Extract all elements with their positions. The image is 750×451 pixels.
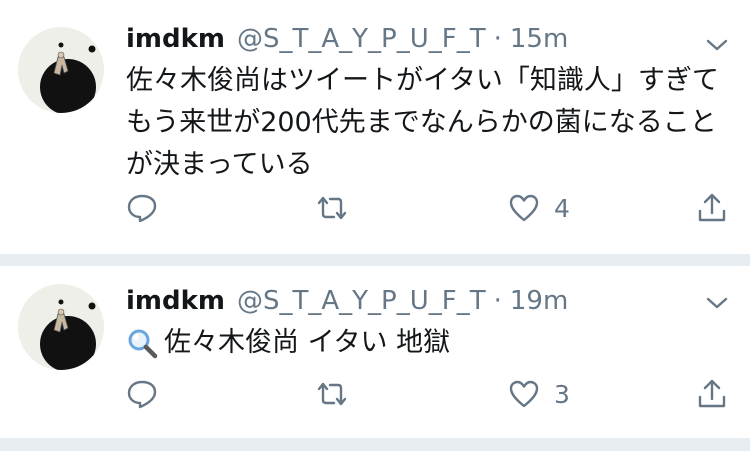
display-name[interactable]: imdkm — [126, 286, 225, 316]
user-handle[interactable]: @S_T_A_Y_P_U_F_T — [237, 286, 486, 316]
avatar[interactable] — [18, 27, 104, 113]
timestamp[interactable]: 19m — [510, 286, 568, 316]
separator-dot: · — [493, 24, 502, 54]
like-count: 4 — [554, 193, 570, 223]
tweet-header: imdkm @S_T_A_Y_P_U_F_T · 19m — [126, 286, 568, 326]
reply-button[interactable] — [126, 188, 158, 228]
separator-dot: · — [493, 286, 502, 316]
heart-icon — [509, 380, 539, 408]
search-icon — [128, 329, 158, 359]
timeline-footer-gap — [0, 438, 750, 451]
tweet-header: imdkm @S_T_A_Y_P_U_F_T · 15m — [126, 24, 568, 64]
retweet-icon — [317, 382, 347, 406]
timestamp[interactable]: 15m — [510, 24, 568, 54]
tweet[interactable]: imdkm @S_T_A_Y_P_U_F_T · 15m 佐々木俊尚はツイートが… — [0, 0, 750, 254]
tweet-divider — [0, 254, 750, 266]
user-handle[interactable]: @S_T_A_Y_P_U_F_T — [237, 24, 486, 54]
chevron-down-icon[interactable] — [704, 36, 730, 54]
tweet-actions: 4 — [126, 188, 736, 228]
tweet-actions: 3 — [126, 374, 736, 414]
like-count: 3 — [554, 379, 570, 409]
share-icon — [698, 193, 726, 222]
tweet-text: 佐々木俊尚 イタい 地獄 — [164, 327, 451, 358]
avatar-image — [18, 27, 104, 113]
retweet-button[interactable] — [316, 188, 348, 228]
share-icon — [698, 379, 726, 408]
avatar[interactable] — [18, 284, 104, 370]
reply-icon — [127, 380, 157, 409]
heart-icon — [509, 194, 539, 222]
share-button[interactable] — [696, 374, 728, 414]
like-button[interactable]: 3 — [508, 374, 570, 414]
share-button[interactable] — [696, 188, 728, 228]
reply-button[interactable] — [126, 374, 158, 414]
avatar-image — [18, 284, 104, 370]
display-name[interactable]: imdkm — [126, 24, 225, 54]
reply-icon — [127, 194, 157, 223]
tweet[interactable]: imdkm @S_T_A_Y_P_U_F_T · 19m 佐々木俊尚 イタい 地… — [0, 266, 750, 438]
tweet-text-row: 佐々木俊尚 イタい 地獄 — [126, 322, 726, 364]
like-button[interactable]: 4 — [508, 188, 570, 228]
retweet-button[interactable] — [316, 374, 348, 414]
tweet-text: 佐々木俊尚はツイートがイタい「知識人」すぎてもう来世が200代先までなんらかの菌… — [126, 65, 719, 180]
chevron-down-icon[interactable] — [704, 294, 730, 312]
retweet-icon — [317, 196, 347, 220]
